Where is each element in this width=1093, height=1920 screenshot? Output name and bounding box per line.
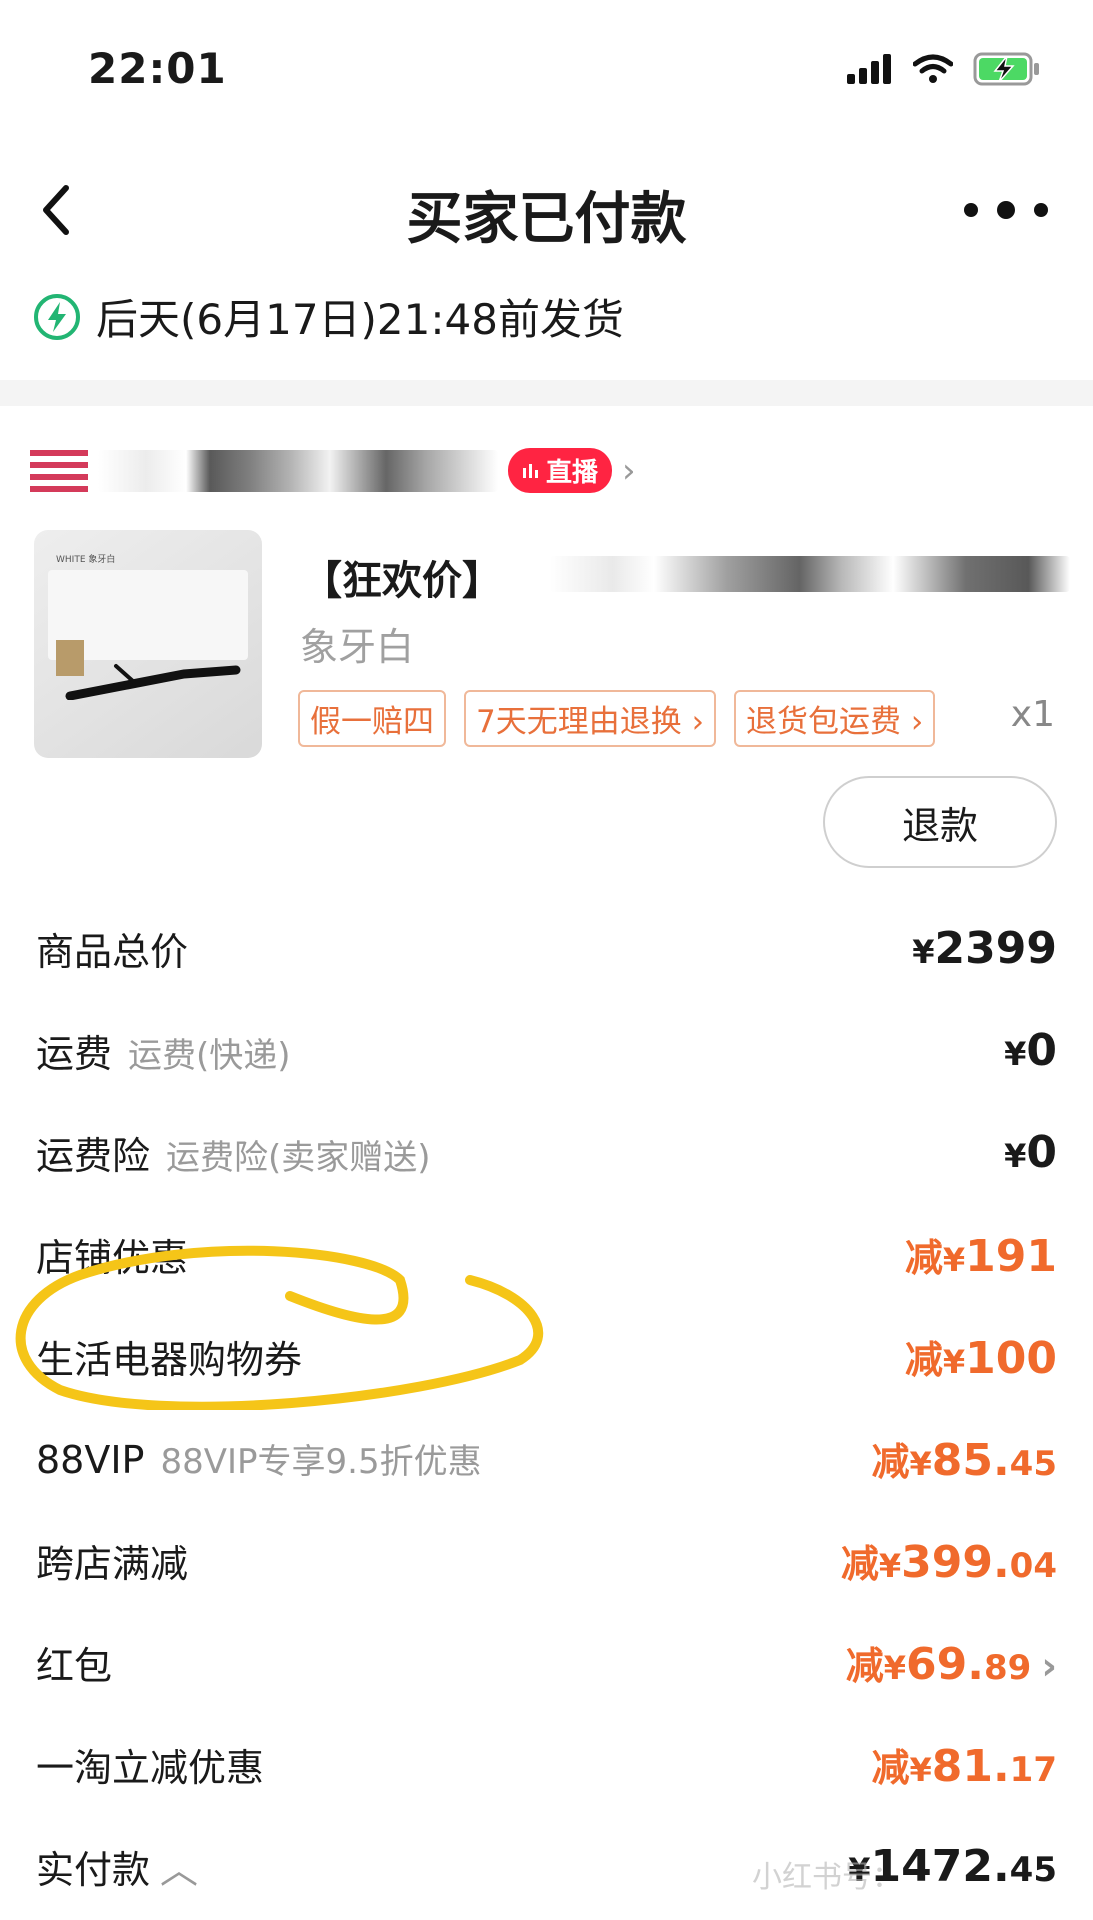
wifi-icon bbox=[913, 54, 953, 83]
chevron-up-icon[interactable]: ︿ bbox=[160, 1848, 198, 1892]
nav-bar: 买家已付款 bbox=[0, 170, 1093, 252]
price-row-88vip: 88VIP 88VIP专享9.5折优惠 减¥85.45 bbox=[36, 1434, 1057, 1486]
battery-charging-icon bbox=[973, 52, 1039, 86]
section-divider bbox=[0, 380, 1093, 406]
price-row-cross-store: 跨店满减 减¥399.04 bbox=[36, 1536, 1057, 1588]
product-variant: 象牙白 bbox=[300, 625, 415, 669]
shop-name-blur bbox=[98, 449, 498, 492]
tag-7day-return[interactable]: 7天无理由退换 › bbox=[464, 690, 716, 747]
annotation-circle bbox=[15, 1245, 544, 1410]
price-row-shipping: 运费 运费(快递) ¥0 bbox=[36, 1024, 1057, 1076]
price-row-total: 商品总价 ¥2399 bbox=[36, 922, 1057, 974]
price-row-paid[interactable]: 实付款 ︿ ¥1472.45 bbox=[36, 1836, 1057, 1896]
price-row-shipping-insurance: 运费险 运费险(卖家赠送) ¥0 bbox=[36, 1126, 1057, 1178]
price-row-yitao: 一淘立减优惠 减¥81.17 bbox=[36, 1740, 1057, 1792]
live-bars-icon bbox=[523, 463, 538, 478]
thumb-text: WHITE 象牙白 bbox=[56, 555, 116, 565]
tag-return-shipping[interactable]: 退货包运费 › bbox=[733, 690, 936, 747]
shop-logo bbox=[30, 449, 88, 492]
status-icons bbox=[847, 52, 1041, 86]
shipping-notice: 后天(6月17日)21:48前发货 bbox=[32, 286, 624, 347]
price-row-red-packet[interactable]: 红包 减¥69.89 › bbox=[36, 1632, 1057, 1692]
status-time: 22:01 bbox=[88, 44, 227, 93]
service-tags: 假一赔四 7天无理由退换 › 退货包运费 › bbox=[298, 690, 936, 747]
live-label: 直播 bbox=[546, 458, 599, 488]
page-title: 买家已付款 bbox=[406, 187, 687, 252]
product-title-blur bbox=[550, 556, 1070, 592]
hair-straightener-image bbox=[65, 664, 241, 700]
product-thumbnail[interactable]: WHITE 象牙白 bbox=[34, 530, 262, 758]
refund-button[interactable]: 退款 bbox=[823, 776, 1057, 868]
tag-fake-compensation: 假一赔四 bbox=[298, 690, 446, 747]
watermark: 小红书号： bbox=[752, 1860, 902, 1895]
lightning-icon bbox=[34, 293, 80, 340]
more-icon[interactable] bbox=[959, 198, 1053, 222]
shipping-text: 后天(6月17日)21:48前发货 bbox=[96, 295, 624, 344]
chevron-right-icon: › bbox=[622, 450, 636, 491]
signal-icon bbox=[847, 54, 891, 84]
live-badge: 直播 bbox=[508, 448, 613, 493]
quantity: x1 bbox=[1010, 694, 1055, 735]
product-title: 【狂欢价】 bbox=[302, 558, 502, 604]
shop-row[interactable]: 直播 › bbox=[30, 448, 636, 493]
chevron-right-icon: › bbox=[1041, 1643, 1057, 1688]
